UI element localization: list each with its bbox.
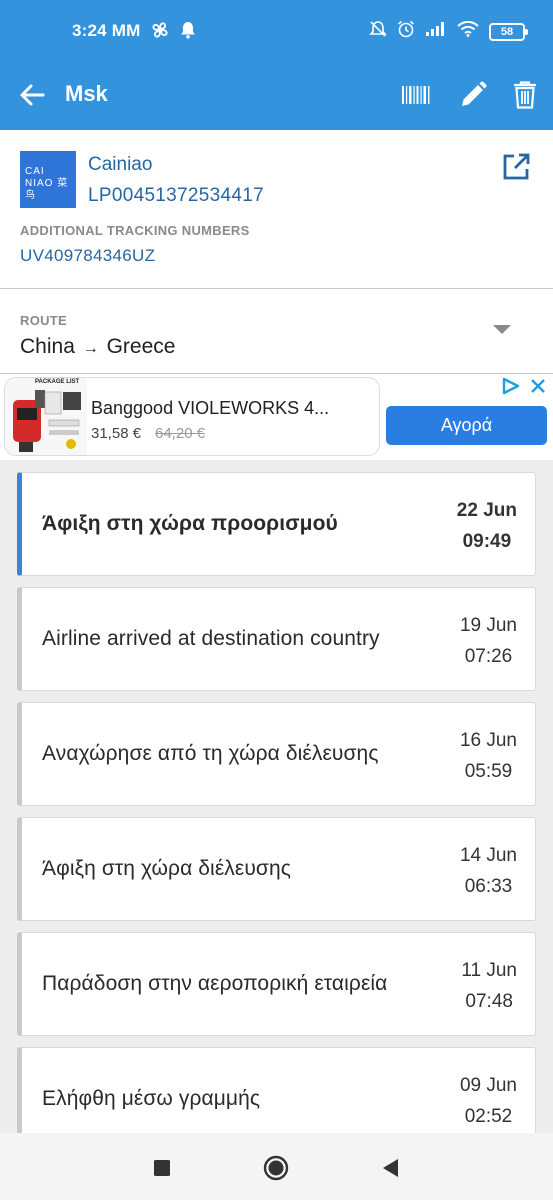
app-bar: Msk xyxy=(0,64,553,130)
additional-tracking-number[interactable]: UV409784346UZ xyxy=(20,246,155,266)
wifi-icon xyxy=(457,20,479,42)
carrier-logo: CAI NIAO 菜鸟 xyxy=(20,151,76,208)
event-datetime: 22 Jun 09:49 xyxy=(457,495,517,557)
ad-buy-button[interactable]: Αγορά xyxy=(386,406,547,445)
event-description: Παράδοση στην αεροπορική εταιρεία xyxy=(42,972,388,995)
chainsaw-image xyxy=(13,390,81,452)
back-nav-button[interactable] xyxy=(377,1155,403,1181)
route-destination: Greece xyxy=(106,335,176,358)
status-bar: 3:24 MM 58 xyxy=(0,0,553,64)
open-external-icon xyxy=(503,153,530,180)
system-nav-bar xyxy=(0,1133,553,1200)
barcode-icon xyxy=(402,86,430,104)
event-time: 06:33 xyxy=(464,876,513,897)
additional-tracking-label: ADDITIONAL TRACKING NUMBERS xyxy=(20,223,250,238)
ad-old-price: 64,20 € xyxy=(155,425,206,442)
back-arrow-icon xyxy=(20,84,45,106)
event-time: 07:26 xyxy=(464,646,513,667)
route-origin: China xyxy=(20,335,75,358)
event-description: Αναχώρησε από τη χώρα διέλευσης xyxy=(42,742,379,765)
ad-controls xyxy=(501,377,547,395)
event-time: 09:49 xyxy=(462,531,512,552)
event-date: 11 Jun xyxy=(461,960,517,981)
recents-button[interactable] xyxy=(149,1155,175,1181)
home-button[interactable] xyxy=(263,1155,289,1181)
event-date: 22 Jun xyxy=(456,500,517,521)
close-ad-icon[interactable] xyxy=(529,377,547,395)
alarm-clock-icon xyxy=(397,20,415,43)
event-card[interactable]: Άφιξη στη χώρα διέλευσης 14 Jun 06:33 xyxy=(17,817,536,921)
carrier-logo-line2: NIAO 菜鸟 xyxy=(25,178,69,201)
battery-icon: 58 xyxy=(489,22,528,41)
status-left-icons xyxy=(150,20,196,45)
route-value: China → Greece xyxy=(20,335,175,359)
ad-product-card[interactable]: PACKAGE LIST Banggood VIOLEWORKS 4... 31… xyxy=(4,377,380,456)
event-description: Άφιξη στη χώρα διέλευσης xyxy=(42,857,291,880)
event-card[interactable]: Αναχώρησε από τη χώρα διέλευσης 16 Jun 05:… xyxy=(17,702,536,806)
signal-strength-icon xyxy=(425,21,447,42)
event-time: 05:59 xyxy=(464,761,513,782)
home-circle-icon xyxy=(263,1155,289,1181)
route-arrow: → xyxy=(82,340,99,357)
event-time: 02:52 xyxy=(464,1106,513,1127)
ad-banner[interactable]: PACKAGE LIST Banggood VIOLEWORKS 4... 31… xyxy=(0,374,553,460)
event-card[interactable]: Παράδοση στην αεροπορική εταιρεία 11 Jun 0… xyxy=(17,932,536,1036)
page-title: Msk xyxy=(65,81,108,106)
event-datetime: 16 Jun 05:59 xyxy=(460,725,517,787)
event-date: 14 Jun xyxy=(459,845,517,866)
back-button[interactable] xyxy=(16,79,48,111)
event-description: Airline arrived at destination country xyxy=(42,627,380,650)
event-card[interactable]: Άφιξη στη χώρα προορισμού 22 Jun 09:49 xyxy=(17,472,536,576)
ad-product-image: PACKAGE LIST xyxy=(5,378,87,455)
carrier-card: CAI NIAO 菜鸟 Cainiao LP00451372534417 ADD… xyxy=(0,130,553,288)
event-datetime: 19 Jun 07:26 xyxy=(460,610,517,672)
event-datetime: 11 Jun 07:48 xyxy=(461,955,517,1017)
event-description: Άφιξη στη χώρα προορισμού xyxy=(42,512,338,535)
event-datetime: 09 Jun 02:52 xyxy=(460,1070,517,1132)
status-right-icons: 58 xyxy=(369,20,528,43)
edit-button[interactable] xyxy=(455,77,491,113)
event-date: 16 Jun xyxy=(459,730,517,751)
ad-price: 31,58 € xyxy=(91,425,142,442)
back-triangle-icon xyxy=(383,1159,398,1177)
recents-square-icon xyxy=(154,1160,170,1176)
event-card[interactable]: Airline arrived at destination country 19… xyxy=(17,587,536,691)
tracking-number[interactable]: LP00451372534417 xyxy=(88,185,264,207)
carrier-name[interactable]: Cainiao xyxy=(88,154,152,176)
status-time: 3:24 MM xyxy=(72,21,141,40)
delete-trash-icon xyxy=(514,81,536,109)
chevron-down-icon[interactable] xyxy=(493,325,511,334)
event-date: 09 Jun xyxy=(459,1075,517,1096)
notification-bell-icon xyxy=(180,21,196,44)
open-external-button[interactable] xyxy=(501,152,533,184)
edit-pencil-icon xyxy=(462,81,487,106)
event-datetime: 14 Jun 06:33 xyxy=(460,840,517,902)
barcode-button[interactable] xyxy=(398,77,434,113)
bell-muted-icon xyxy=(369,20,387,43)
carrier-logo-line1: CAI xyxy=(25,166,45,177)
event-time: 07:48 xyxy=(465,991,513,1012)
ad-title: Banggood VIOLEWORKS 4... xyxy=(91,398,330,418)
adchoices-icon[interactable] xyxy=(501,377,521,395)
delete-button[interactable] xyxy=(507,77,543,113)
route-selector[interactable]: ROUTE China → Greece xyxy=(0,289,553,373)
route-label: ROUTE xyxy=(20,313,67,328)
fan-icon xyxy=(150,20,170,45)
event-date: 19 Jun xyxy=(459,615,517,636)
